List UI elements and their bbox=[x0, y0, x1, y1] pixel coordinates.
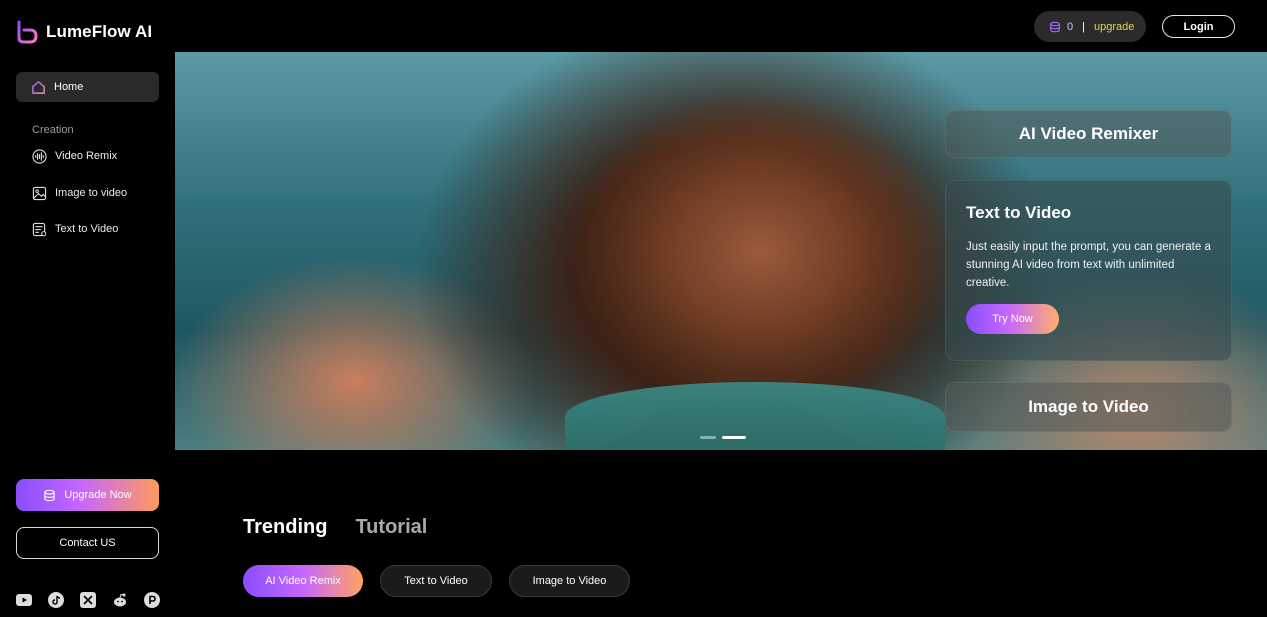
sidebar-item-label: Home bbox=[54, 81, 84, 93]
contact-us-label: Contact US bbox=[59, 537, 116, 549]
carousel-dot-active[interactable] bbox=[722, 436, 746, 439]
sidebar-item-label: Video Remix bbox=[55, 150, 118, 162]
image-to-video-card[interactable]: Image to Video bbox=[945, 382, 1232, 432]
reddit-icon[interactable] bbox=[112, 592, 128, 608]
sidebar-item-home[interactable]: Home bbox=[16, 72, 159, 102]
credits-count: 0 bbox=[1067, 20, 1074, 33]
tab-tutorial[interactable]: Tutorial bbox=[355, 516, 427, 539]
text-to-video-card[interactable]: Text to Video Just easily input the prom… bbox=[945, 180, 1232, 361]
credits-separator: | bbox=[1082, 20, 1085, 33]
sidebar-item-label: Image to video bbox=[55, 187, 128, 199]
sidebar-item-image-to-video[interactable]: Image to video bbox=[32, 183, 127, 203]
youtube-icon[interactable] bbox=[16, 592, 32, 608]
text-to-video-description: Just easily input the prompt, you can ge… bbox=[966, 241, 1211, 289]
carousel-indicators bbox=[700, 436, 746, 439]
brand-logo[interactable]: LumeFlow AI bbox=[16, 20, 152, 44]
tiktok-icon[interactable] bbox=[48, 592, 64, 608]
chip-text-to-video[interactable]: Text to Video bbox=[380, 565, 492, 597]
coins-icon bbox=[44, 489, 56, 501]
chip-image-to-video[interactable]: Image to Video bbox=[509, 565, 630, 597]
category-chips: AI Video Remix Text to Video Image to Vi… bbox=[243, 565, 630, 597]
ai-video-remixer-title: AI Video Remixer bbox=[1018, 124, 1159, 143]
image-to-video-title: Image to Video bbox=[1028, 397, 1149, 416]
credits-pill[interactable]: 0 | upgrade bbox=[1034, 11, 1146, 42]
text-document-icon bbox=[32, 222, 47, 236]
social-links bbox=[16, 592, 160, 608]
carousel-dot[interactable] bbox=[700, 436, 716, 439]
hero-image-figure bbox=[565, 382, 945, 450]
tab-trending[interactable]: Trending bbox=[243, 516, 327, 539]
brand-name: LumeFlow AI bbox=[46, 22, 153, 41]
chip-label: AI Video Remix bbox=[265, 575, 341, 587]
hero-banner[interactable]: AI Video Remixer Text to Video Just easi… bbox=[175, 52, 1267, 450]
home-icon bbox=[32, 80, 45, 94]
chip-label: Image to Video bbox=[532, 575, 607, 587]
upgrade-now-button[interactable]: Upgrade Now bbox=[16, 479, 159, 511]
sidebar-item-text-to-video[interactable]: Text to Video bbox=[32, 219, 118, 239]
waveform-icon bbox=[32, 148, 47, 164]
coins-icon bbox=[1050, 21, 1060, 32]
contact-us-button[interactable]: Contact US bbox=[16, 527, 159, 559]
image-icon bbox=[32, 186, 47, 200]
try-now-button[interactable]: Try Now bbox=[966, 304, 1059, 334]
sidebar-section-label: Creation bbox=[32, 124, 74, 136]
x-icon[interactable] bbox=[80, 592, 96, 608]
sidebar-item-label: Text to Video bbox=[55, 223, 119, 235]
chip-label: Text to Video bbox=[404, 575, 468, 587]
content-tabs: Trending Tutorial bbox=[243, 516, 427, 539]
upgrade-link[interactable]: upgrade bbox=[1094, 21, 1134, 33]
text-to-video-title: Text to Video bbox=[966, 203, 1072, 222]
login-button[interactable]: Login bbox=[1162, 15, 1235, 38]
try-now-label: Try Now bbox=[992, 313, 1033, 325]
logo-mark-icon bbox=[17, 20, 38, 44]
producthunt-icon[interactable] bbox=[144, 592, 160, 608]
login-label: Login bbox=[1183, 20, 1214, 33]
chip-ai-video-remix[interactable]: AI Video Remix bbox=[243, 565, 363, 597]
upgrade-now-label: Upgrade Now bbox=[64, 489, 132, 501]
sidebar-item-video-remix[interactable]: Video Remix bbox=[32, 146, 117, 166]
ai-video-remixer-card[interactable]: AI Video Remixer bbox=[945, 110, 1232, 158]
